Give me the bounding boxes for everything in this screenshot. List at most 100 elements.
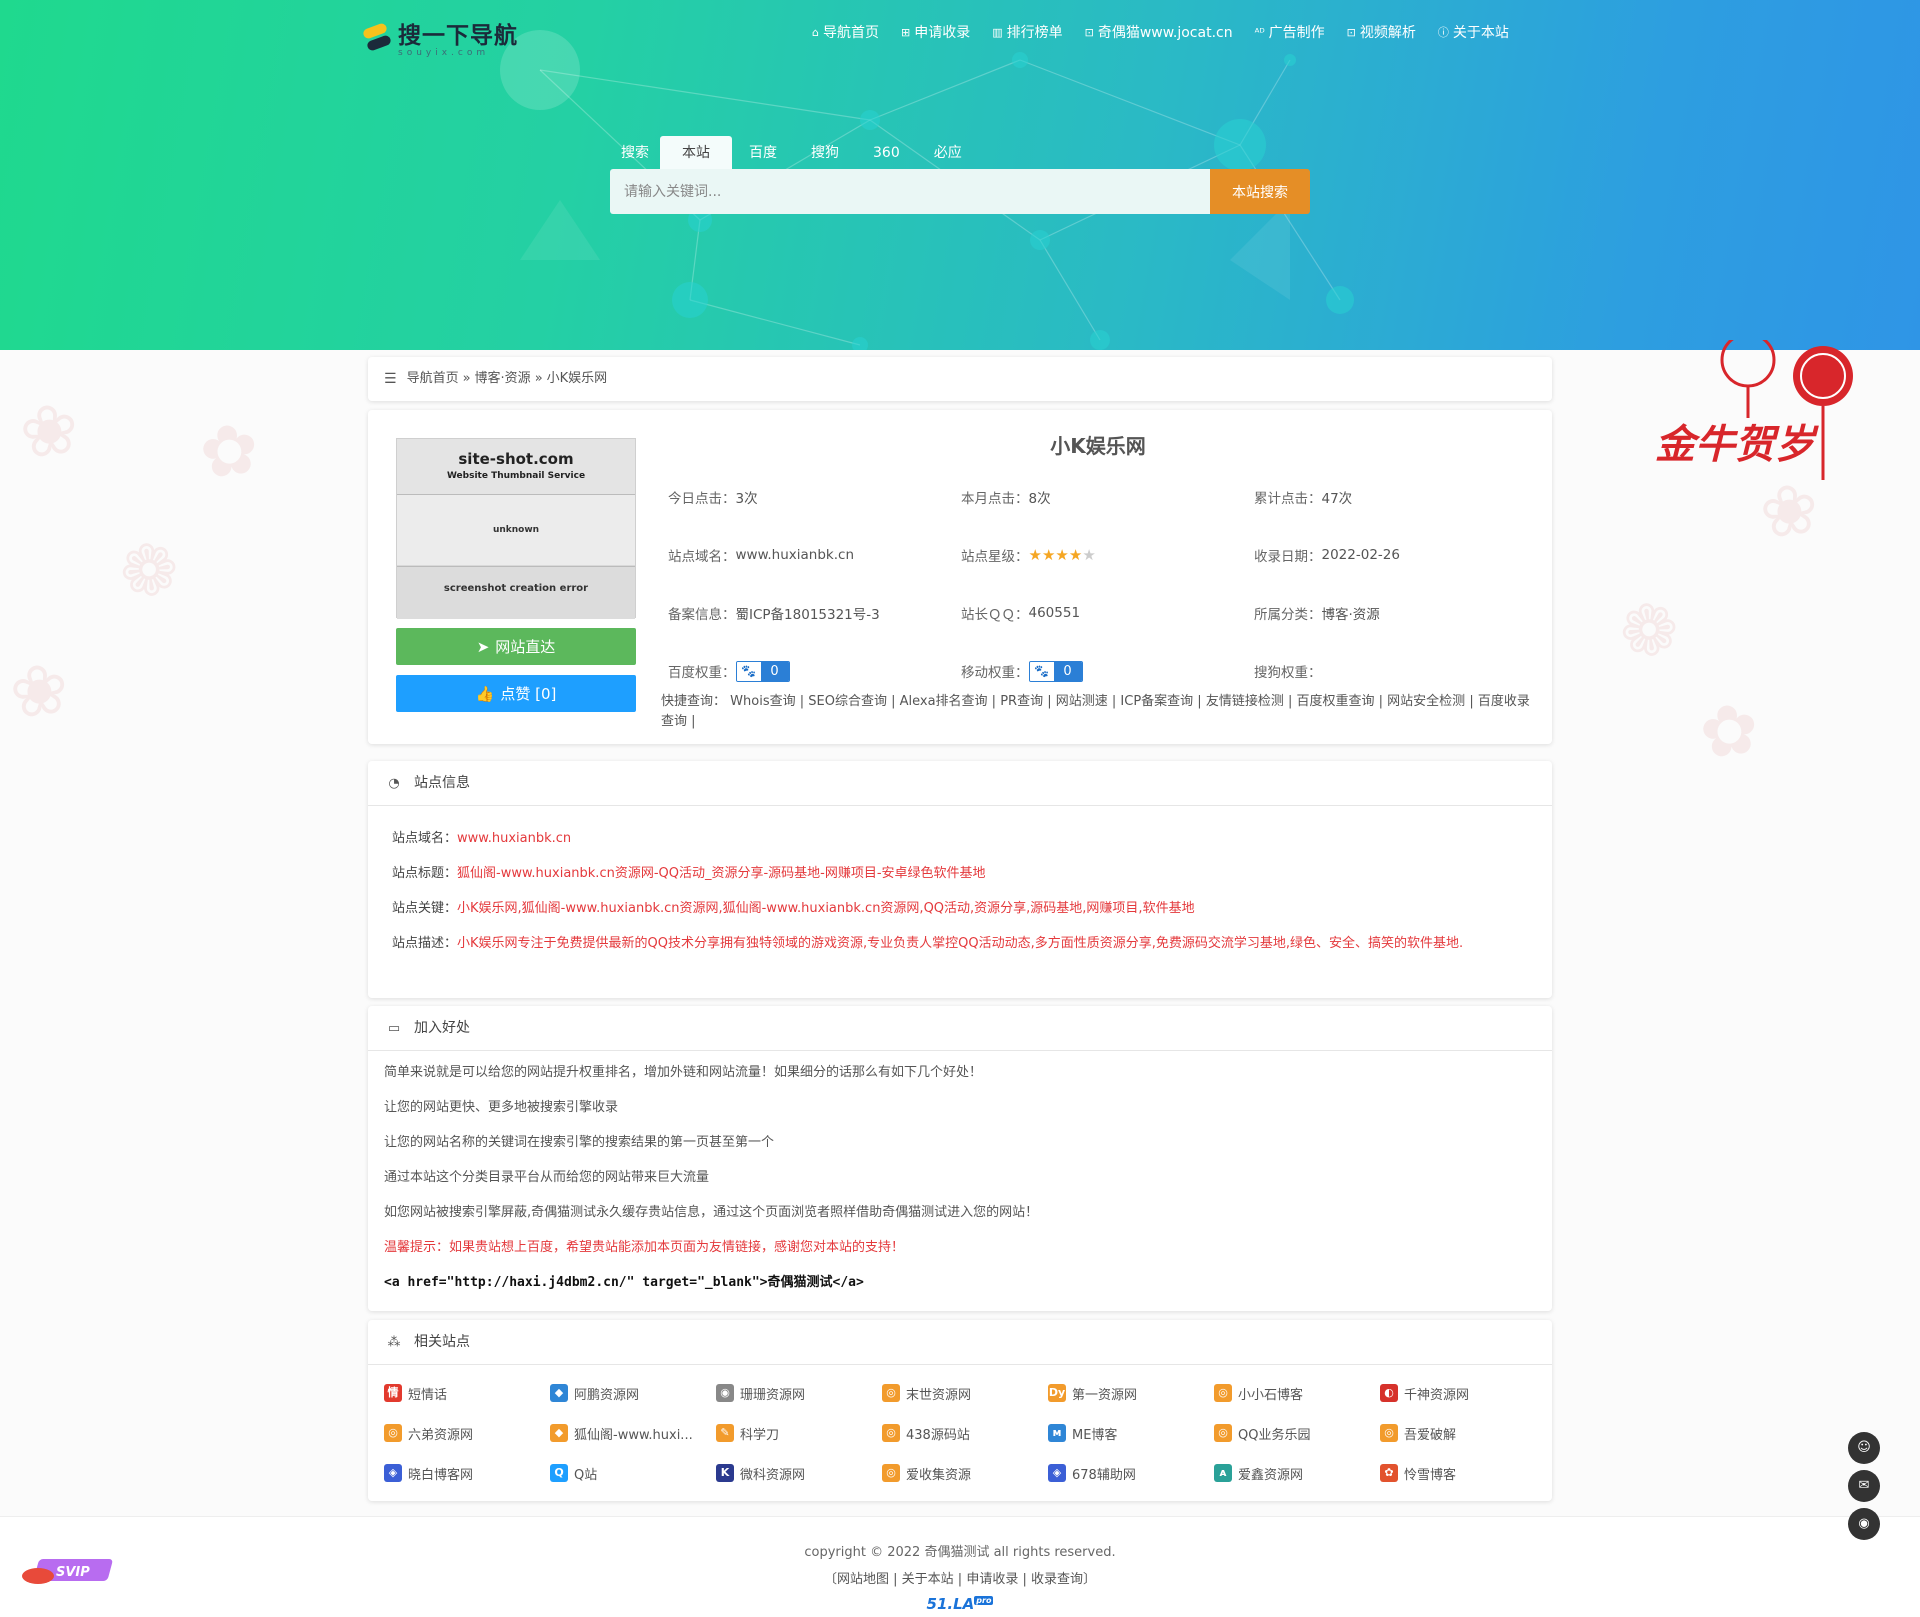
footer: copyright © 2022 奇偶猫测试 all rights reserv… [0, 1516, 1920, 1617]
breadcrumb: ☰ 导航首页 » 博客·资源 » 小K娱乐网 [368, 357, 1552, 401]
search-engine-tabs: 搜索 本站 百度 搜狗 360 必应 [610, 136, 979, 170]
weight-badge[interactable]: 🐾 0 [735, 660, 790, 682]
quick-link[interactable]: 网站安全检测 [1387, 694, 1465, 709]
quick-link[interactable]: PR查询 [1000, 694, 1043, 709]
related-site-name: 阿鹏资源网 [574, 1387, 640, 1403]
decor-pattern: ✿ [1694, 686, 1765, 776]
search-tab-4[interactable]: 360 [856, 136, 917, 170]
nav-item-3[interactable]: ⊡ 奇偶猫www.jocat.cn [1085, 22, 1233, 42]
info-row: 备案信息： 蜀ICP备18015321号-3 站长ＱＱ： 460551 所属分类： 博客·… [668, 584, 1548, 642]
nav-item-4[interactable]: ᴬᴰ 广告制作 [1255, 22, 1325, 42]
related-site-link[interactable]: ◐ 千神资源网 [1380, 1381, 1546, 1405]
nav-label: 广告制作 [1268, 25, 1325, 41]
search-tab-0[interactable]: 搜索 [610, 136, 660, 170]
nav-item-5[interactable]: ⊡ 视频解析 [1347, 22, 1416, 42]
logo-icon [360, 20, 394, 54]
qq-contact-button[interactable]: ☺ [1848, 1432, 1880, 1464]
related-site-link[interactable]: ◎ 末世资源网 [882, 1381, 1048, 1405]
svip-badge[interactable]: SVIP [20, 1556, 118, 1586]
site-info-value: 小K娱乐网,狐仙阁-www.huxianbk.cn资源网,狐仙阁-www.hux… [457, 901, 1195, 916]
quick-query-label: 快捷查询： [661, 694, 727, 709]
site-info-value[interactable]: www.huxianbk.cn [457, 831, 571, 846]
footer-link[interactable]: 收录查询 [1031, 1572, 1083, 1587]
info-circle-icon: ⓘ [1437, 26, 1449, 39]
site-favicon-icon: 情 [384, 1384, 402, 1402]
quick-link[interactable]: 网站测速 [1056, 694, 1108, 709]
ad-icon: ᴬᴰ [1254, 25, 1265, 39]
related-site-name: 第一资源网 [1072, 1387, 1138, 1403]
visit-site-button[interactable]: ➤ 网站直达 [396, 628, 636, 665]
search-tab-3[interactable]: 搜狗 [794, 136, 856, 170]
search-tab-5[interactable]: 必应 [917, 136, 979, 170]
search-button[interactable]: 本站搜索 [1210, 169, 1310, 214]
info-label: 搜狗权重： [1254, 665, 1322, 681]
benefit-card: ▭ 加入好处 简单来说就是可以给您的网站提升权重排名，增加外链和网站流量！如果细… [368, 1006, 1552, 1311]
nav-item-1[interactable]: ⊞ 申请收录 [901, 22, 970, 42]
related-site-link[interactable]: Q Q站 [550, 1461, 716, 1485]
star-filled-icon: ★ [1028, 546, 1042, 564]
info-label: 站点域名： [668, 549, 736, 565]
quick-link[interactable]: Alexa排名查询 [900, 694, 988, 709]
nav-item-0[interactable]: ⌂ 导航首页 [812, 22, 879, 42]
quick-link[interactable]: SEO综合查询 [808, 694, 887, 709]
breadcrumb-category[interactable]: 博客·资源 [475, 357, 531, 401]
info-row: 今日点击： 3次 本月点击： 8次 累计点击： 47次 [668, 468, 1548, 526]
footer-link[interactable]: 关于本站 [902, 1572, 954, 1587]
nav-label: 导航首页 [822, 25, 879, 41]
info-label: 百度权重： [668, 665, 736, 681]
home-icon: ⌂ [812, 25, 819, 39]
related-site-link[interactable]: ◎ 小小石博客 [1214, 1381, 1380, 1405]
related-site-link[interactable]: ◆ 阿鹏资源网 [550, 1381, 716, 1405]
header-banner: 搜一下导航 souyix.com ⌂ 导航首页 ⊞ 申请收录 ▥ 排行榜单 ⊡ 奇偶猫www.… [0, 0, 1920, 350]
related-site-link[interactable]: K 微科资源网 [716, 1461, 882, 1485]
related-site-link[interactable]: ◎ 吾爱破解 [1380, 1421, 1546, 1445]
related-site-link[interactable]: ◆ 狐仙阁-www.huxi... [550, 1421, 716, 1445]
breadcrumb-separator: » [534, 371, 543, 386]
related-site-link[interactable]: ✎ 科学刀 [716, 1421, 882, 1445]
wechat-button[interactable]: ◉ [1848, 1508, 1880, 1540]
related-site-link[interactable]: ✿ 怜雪博客 [1380, 1461, 1546, 1485]
breadcrumb-home[interactable]: 导航首页 [407, 357, 459, 401]
search-tab-2[interactable]: 百度 [732, 136, 794, 170]
related-site-link[interactable]: ◈ 678辅助网 [1048, 1461, 1214, 1485]
site-info-label: 站点域名： [392, 831, 458, 846]
email-button[interactable]: ✉ [1848, 1470, 1880, 1502]
footer-link[interactable]: 网站地图 [837, 1572, 889, 1587]
quick-link[interactable]: 百度权重查询 [1297, 694, 1375, 709]
bar-chart-icon: ▥ [992, 25, 1003, 39]
stat-logo[interactable]: 51.LA pro [0, 1595, 1920, 1613]
quick-link[interactable]: 友情链接检测 [1206, 694, 1284, 709]
nav-item-2[interactable]: ▥ 排行榜单 [992, 22, 1062, 42]
search-input[interactable] [610, 169, 1210, 214]
weight-badge[interactable]: 🐾 0 [1028, 660, 1083, 682]
quick-link[interactable]: Whois查询 [730, 694, 795, 709]
site-thumbnail: site-shot.com Website Thumbnail Service … [396, 438, 636, 619]
star-rating: ★★★★★ [1029, 546, 1096, 564]
related-site-link[interactable]: ◎ QQ业务乐园 [1214, 1421, 1380, 1445]
related-site-link[interactable]: Dy 第一资源网 [1048, 1381, 1214, 1405]
nav-item-6[interactable]: ⓘ 关于本站 [1438, 22, 1509, 42]
related-site-link[interactable]: ᴀ 爱鑫资源网 [1214, 1461, 1380, 1485]
floating-buttons: ☺ ✉ ◉ [1848, 1432, 1880, 1546]
info-label: 本月点击： [961, 491, 1029, 507]
related-site-link[interactable]: ◎ 438源码站 [882, 1421, 1048, 1445]
qq-icon: ☺ [1857, 1440, 1871, 1455]
related-site-link[interactable]: ᴍ ME博客 [1048, 1421, 1214, 1445]
search-tab-1[interactable]: 本站 [660, 136, 732, 170]
footer-link[interactable]: 申请收录 [966, 1572, 1018, 1587]
star-filled-icon: ★ [1055, 546, 1069, 564]
info-label: 今日点击： [668, 491, 736, 507]
related-site-link[interactable]: ◎ 爱收集资源 [882, 1461, 1048, 1485]
like-button[interactable]: 👍 点赞 [0] [396, 675, 636, 712]
info-value: 8次 [1028, 491, 1051, 507]
site-logo[interactable]: 搜一下导航 souyix.com [360, 16, 518, 58]
related-site-name: 狐仙阁-www.huxi... [574, 1427, 693, 1443]
related-site-link[interactable]: ◎ 六弟资源网 [384, 1421, 550, 1445]
link-code[interactable]: <a href="http://haxi.j4dbm2.cn/" target=… [384, 1273, 1536, 1293]
quick-link[interactable]: ICP备案查询 [1120, 694, 1193, 709]
related-site-link[interactable]: 情短情话 [384, 1381, 550, 1405]
related-site-link[interactable]: ◉ 珊珊资源网 [716, 1381, 882, 1405]
related-site-link[interactable]: ◈ 晓白博客网 [384, 1461, 550, 1485]
related-site-name: 微科资源网 [740, 1467, 806, 1483]
related-site-name: 怜雪博客 [1404, 1467, 1457, 1483]
